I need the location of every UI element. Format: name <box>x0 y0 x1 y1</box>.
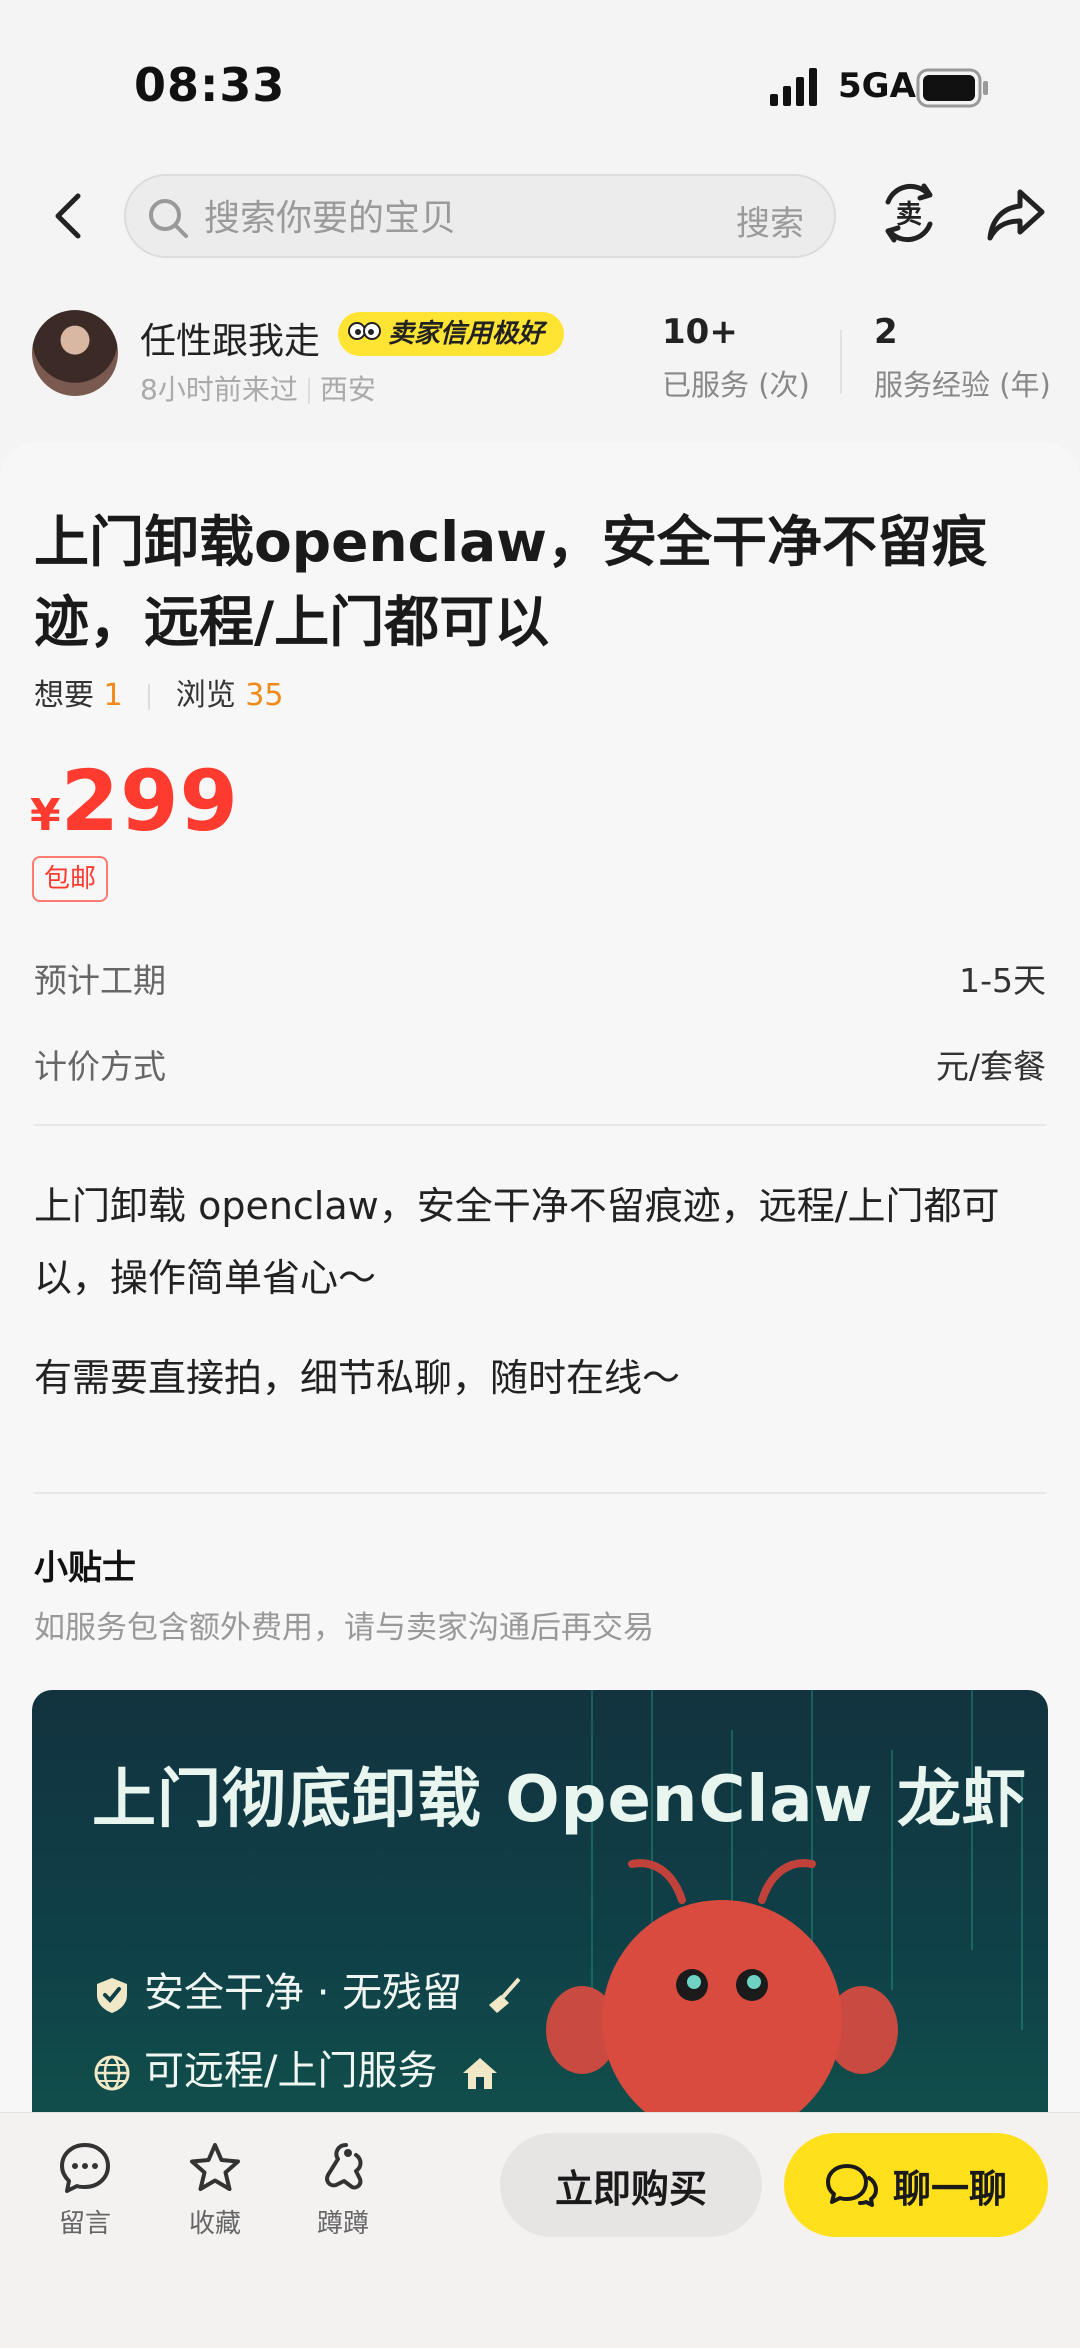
credit-badge-label: 卖家信用极好 <box>388 319 545 349</box>
search-button[interactable]: 搜索 <box>736 196 804 245</box>
banner-feature-1: 安全干净 · 无残留 <box>92 1960 537 2018</box>
want-label: 想要 <box>34 678 94 713</box>
price-value: 299 <box>60 752 239 850</box>
star-icon <box>190 2143 240 2191</box>
listing-title: 上门卸载openclaw，安全干净不留痕迹，远程/上门都可以 <box>34 510 987 654</box>
chat-label: 聊一聊 <box>892 2166 1007 2211</box>
credit-badge: 卖家信用极好 <box>338 312 565 356</box>
listing-stats: 想要 1 浏览 35 <box>34 670 283 714</box>
tips-text: 如服务包含额外费用，请与卖家沟通后再交易 <box>34 1610 654 1646</box>
share-icon[interactable] <box>986 186 1046 242</box>
views-count: 35 <box>245 678 284 713</box>
duration-row: 预计工期 1-5天 <box>34 954 1046 1002</box>
divider <box>34 1492 1046 1494</box>
network-label: 5GA <box>838 66 916 106</box>
tips-title: 小贴士 <box>34 1548 136 1588</box>
stat-served-value: 10+ <box>662 312 738 352</box>
pricing-value: 元/套餐 <box>935 1047 1046 1086</box>
last-seen: 8小时前来过 <box>140 373 298 406</box>
search-input[interactable] <box>204 196 684 240</box>
shipping-tag: 包邮 <box>32 856 109 902</box>
seller-info[interactable]: 任性跟我走 卖家信用极好 8小时前来过 西安 10+ 已服务 (次) 2 服务经验… <box>0 300 1080 410</box>
stat-served: 10+ 已服务 (次) <box>662 312 810 404</box>
description-paragraph-2: 有需要直接拍，细节私聊，随时在线～ <box>34 1356 681 1400</box>
favorite-label: 收藏 <box>188 2209 241 2239</box>
sell-icon-char: 卖 <box>896 200 922 230</box>
sell-icon[interactable]: 卖 <box>878 180 940 248</box>
home-icon <box>463 2058 498 2089</box>
buy-now-button[interactable]: 立即购买 <box>500 2133 762 2237</box>
favorite-button[interactable]: 收藏 <box>170 2141 260 2240</box>
squat-icon <box>325 2143 363 2190</box>
globe-icon <box>94 2055 130 2091</box>
banner-feature-1-label: 安全干净 · 无残留 <box>144 1970 463 2016</box>
back-icon[interactable] <box>48 190 88 242</box>
broom-icon <box>488 1977 521 2013</box>
bottom-action-bar: 留言 收藏 蹲蹲 立即购买 聊一聊 <box>0 2112 1080 2348</box>
views-label: 浏览 <box>175 678 236 713</box>
chat-bubble-icon <box>825 2164 878 2207</box>
avatar[interactable] <box>32 310 118 396</box>
banner-feature-2-label: 可远程/上门服务 <box>144 2048 438 2094</box>
pricing-label: 计价方式 <box>34 1047 166 1086</box>
stat-experience-value: 2 <box>874 312 898 352</box>
signal-icon <box>770 68 817 106</box>
battery-icon <box>916 68 988 108</box>
want-count: 1 <box>103 678 123 713</box>
seller-name[interactable]: 任性跟我走 <box>140 312 320 364</box>
seller-meta: 8小时前来过 西安 <box>140 368 376 408</box>
divider <box>34 1124 1046 1126</box>
seller-location: 西安 <box>319 373 376 406</box>
stat-experience: 2 服务经验 (年) <box>874 312 1051 404</box>
duration-value: 1-5天 <box>959 961 1046 1000</box>
status-time: 08:33 <box>134 58 286 112</box>
comment-icon <box>60 2143 110 2193</box>
listing-card: 上门卸载openclaw，安全干净不留痕迹，远程/上门都可以 想要 1 浏览 3… <box>0 442 1080 2348</box>
shield-icon <box>97 1978 127 2013</box>
banner-feature-2: 可远程/上门服务 <box>92 2038 512 2096</box>
duration-label: 预计工期 <box>34 961 166 1000</box>
comment-button[interactable]: 留言 <box>40 2141 130 2240</box>
squat-label: 蹲蹲 <box>316 2209 369 2239</box>
stat-experience-label: 服务经验 (年) <box>874 368 1051 402</box>
stats-divider <box>148 683 151 710</box>
pricing-row: 计价方式 元/套餐 <box>34 1040 1046 1088</box>
meta-divider <box>307 378 310 404</box>
stat-divider <box>840 330 842 394</box>
search-icon <box>149 199 188 238</box>
stat-served-label: 已服务 (次) <box>662 368 810 402</box>
status-bar: 08:33 5GA <box>0 0 1080 160</box>
chat-button[interactable]: 聊一聊 <box>784 2133 1048 2237</box>
comment-label: 留言 <box>58 2209 111 2239</box>
badge-face-icon <box>348 322 381 340</box>
nav-bar: 搜索 卖 <box>0 170 1080 262</box>
price-currency: ¥ <box>30 790 61 841</box>
search-box[interactable]: 搜索 <box>124 174 836 258</box>
price: ¥299 <box>30 752 239 850</box>
banner-title: 上门彻底卸载 OpenClaw 龙虾 <box>92 1763 1027 1837</box>
squat-button[interactable]: 蹲蹲 <box>298 2141 388 2240</box>
description-paragraph-1: 上门卸载 openclaw，安全干净不留痕迹，远程/上门都可以，操作简单省心～ <box>34 1184 1000 1300</box>
